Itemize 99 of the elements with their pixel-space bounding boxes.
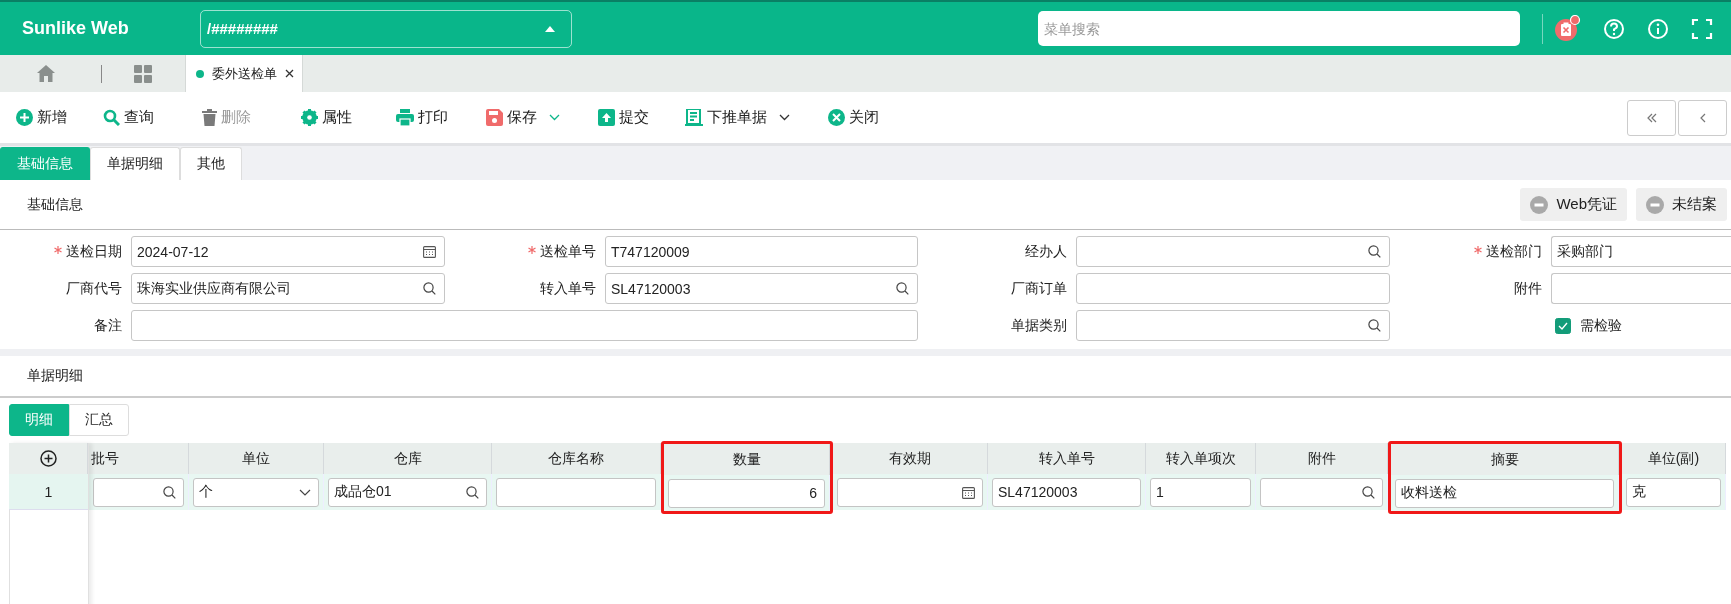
field-label: 送检单号	[540, 242, 596, 261]
input-field[interactable]	[1076, 273, 1390, 304]
add-row-icon[interactable]	[39, 450, 57, 467]
search-icon	[1362, 485, 1375, 499]
document-tab[interactable]: 委外送检单	[185, 55, 303, 92]
field-label: 厂商订单	[1011, 279, 1067, 298]
home-icon[interactable]	[37, 65, 55, 82]
search-icon	[1368, 319, 1381, 332]
input-field[interactable]: T747120009	[605, 236, 918, 267]
close-icon[interactable]	[285, 69, 294, 78]
menu-search-field[interactable]: 菜单搜索	[1038, 11, 1520, 46]
double-chevron-left-icon	[1645, 112, 1658, 123]
cell-input[interactable]	[1260, 477, 1383, 507]
info-icon[interactable]	[1647, 17, 1669, 40]
add-button[interactable]: 新增	[16, 102, 67, 133]
input-field[interactable]	[1076, 310, 1390, 341]
chevron-down-icon	[299, 488, 311, 496]
field-label: 附件	[1514, 279, 1542, 298]
field-label: 厂商代号	[66, 279, 122, 298]
checkbox-label: 需检验	[1580, 316, 1622, 335]
form-tab[interactable]: 单据明细	[90, 147, 180, 180]
cell-input[interactable]: 6	[668, 478, 825, 508]
field-label: 送检日期	[66, 242, 122, 261]
row-number: 1	[9, 474, 88, 510]
search-icon	[896, 282, 909, 295]
gear-button[interactable]: 属性	[301, 102, 352, 133]
search-icon	[423, 282, 436, 295]
column-header: 单位	[189, 443, 324, 474]
column-header: 转入单号	[988, 443, 1146, 474]
app-logo: Sunlike Web	[22, 18, 130, 39]
cell-input[interactable]	[837, 477, 983, 507]
column-header: 仓库名称	[492, 443, 661, 474]
input-field[interactable]: SL47120003	[605, 273, 918, 304]
column-header: 有效期	[833, 443, 988, 474]
submit-button[interactable]: 提交	[598, 102, 649, 133]
cell-input[interactable]: 个	[193, 477, 319, 507]
cell-input[interactable]: 收料送检	[1395, 478, 1614, 508]
field-label: 转入单号	[540, 279, 596, 298]
checkbox[interactable]	[1555, 317, 1571, 334]
close-button[interactable]: 关闭	[828, 102, 879, 133]
chevron-left-icon	[1698, 112, 1707, 123]
form-tab[interactable]: 其他	[180, 147, 242, 180]
search-icon	[1368, 245, 1381, 258]
close-circle-icon	[828, 109, 845, 126]
column-header: 单位(副)	[1622, 443, 1726, 474]
section-title: 基础信息	[27, 195, 83, 214]
chevron-down-icon	[549, 114, 560, 121]
upload-icon	[598, 109, 615, 126]
calendar-icon	[423, 245, 436, 258]
push-button[interactable]: 下推单据	[685, 102, 790, 133]
calendar-icon	[962, 485, 975, 499]
input-field[interactable]: 珠海实业供应商有限公司	[131, 273, 445, 304]
trash-icon	[202, 109, 217, 126]
field-label: 单据类别	[1011, 316, 1067, 335]
field-label: 经办人	[1025, 242, 1067, 261]
column-header: 数量	[664, 444, 830, 475]
detail-tab[interactable]: 汇总	[69, 404, 129, 436]
column-header: 仓库	[324, 443, 492, 474]
plus-icon	[16, 109, 33, 126]
cell-input[interactable]	[496, 477, 656, 507]
previous-button[interactable]	[1678, 99, 1727, 136]
minus-circle-icon	[1646, 195, 1664, 214]
input-field[interactable]: 采购部门	[1551, 236, 1731, 267]
first-page-button[interactable]	[1627, 99, 1676, 136]
caret-icon	[545, 25, 555, 32]
status-button[interactable]: Web凭证	[1520, 188, 1627, 221]
input-field[interactable]	[1076, 236, 1390, 267]
printer-icon	[396, 109, 414, 126]
column-header: 摘要	[1391, 444, 1619, 475]
fullscreen-icon[interactable]	[1691, 17, 1713, 40]
field-label: 备注	[94, 316, 122, 335]
input-field[interactable]	[131, 310, 918, 341]
column-header: 批号	[89, 443, 189, 474]
search-icon	[163, 485, 176, 499]
search-button[interactable]: 查询	[103, 102, 154, 133]
cell-input[interactable]: 成品仓01	[328, 477, 487, 507]
input-field[interactable]	[1551, 273, 1731, 304]
minus-circle-icon	[1530, 195, 1549, 214]
section-title: 单据明细	[27, 367, 83, 385]
help-icon[interactable]	[1603, 17, 1625, 40]
cell-input[interactable]: 克	[1626, 477, 1721, 507]
grid-icon[interactable]	[134, 64, 152, 83]
cell-input[interactable]: 1	[1150, 477, 1251, 507]
column-header: 转入单项次	[1146, 443, 1256, 474]
gear-icon	[301, 109, 318, 126]
input-field[interactable]: 2024-07-12	[131, 236, 445, 267]
print-button[interactable]: 打印	[396, 102, 448, 133]
status-button[interactable]: 未结案	[1636, 188, 1727, 221]
field-label: 送检部门	[1486, 242, 1542, 261]
chevron-down-icon	[779, 114, 790, 121]
search-icon	[103, 109, 120, 126]
clipboard-alert-icon[interactable]	[1555, 14, 1581, 43]
save-button[interactable]: 保存	[486, 102, 560, 133]
column-header: 附件	[1256, 443, 1388, 474]
status-dot-icon	[196, 69, 204, 78]
document-list-icon	[685, 109, 703, 126]
search-icon	[466, 485, 479, 499]
cell-input[interactable]	[93, 477, 184, 507]
cell-input[interactable]: SL47120003	[992, 477, 1141, 507]
